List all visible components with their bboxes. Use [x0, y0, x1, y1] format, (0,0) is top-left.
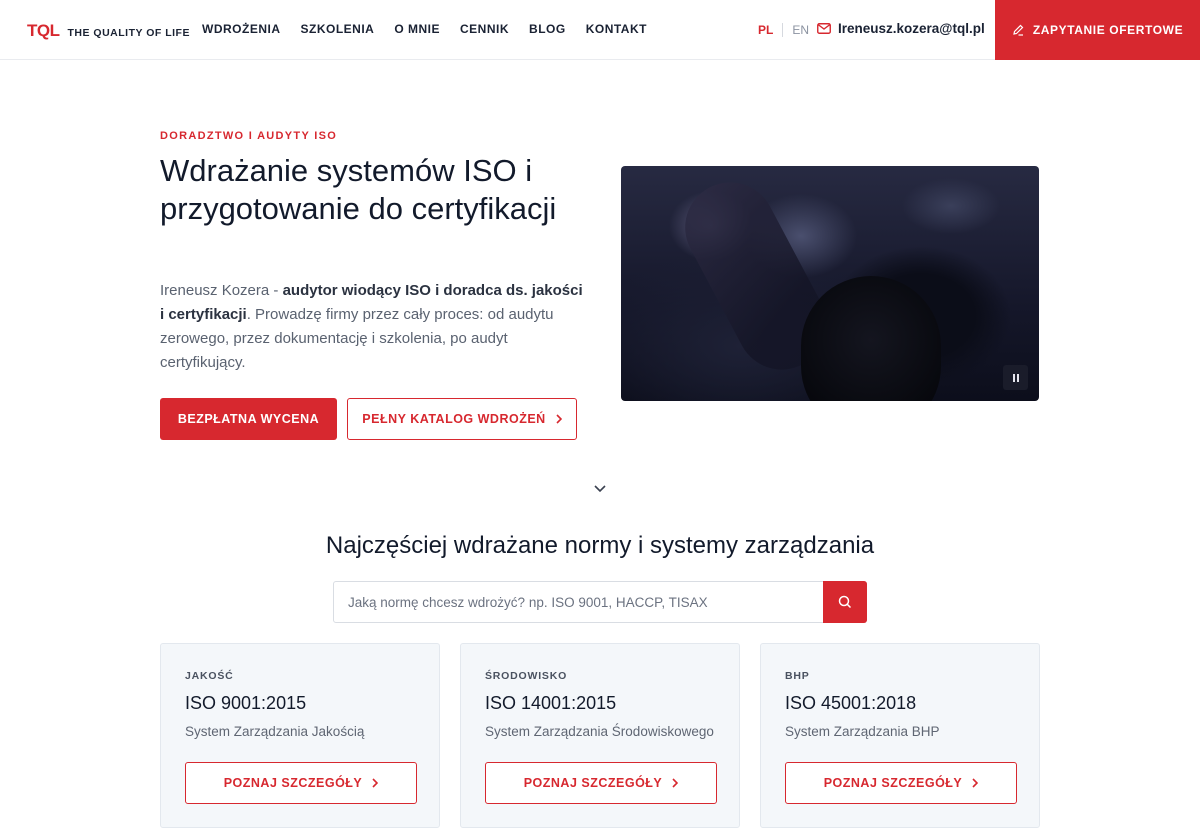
norm-card-iso-14001: ŚRODOWISKO ISO 14001:2015 System Zarządz…: [460, 643, 740, 828]
chevron-right-icon: [672, 778, 679, 788]
nav-item-kontakt[interactable]: KONTAKT: [586, 22, 647, 36]
email-link[interactable]: Ireneusz.kozera@tql.pl: [817, 21, 985, 36]
site-header: TQL THE QUALITY OF LIFE WDROŻENIA SZKOLE…: [0, 0, 1200, 60]
hero-eyebrow: DORADZTWO I AUDYTY ISO: [160, 130, 338, 142]
details-button[interactable]: POZNAJ SZCZEGÓŁY: [185, 762, 417, 804]
pencil-icon: [1013, 24, 1024, 36]
hero-desc-name: Ireneusz Kozera -: [160, 282, 283, 299]
lang-en[interactable]: EN: [792, 23, 809, 37]
chevron-right-icon: [972, 778, 979, 788]
logo[interactable]: TQL THE QUALITY OF LIFE: [27, 21, 190, 41]
lang-divider: [782, 23, 784, 37]
nav-item-o-mnie[interactable]: O MNIE: [394, 22, 440, 36]
hero-title: Wdrażanie systemów ISO i przygotowanie d…: [160, 153, 557, 226]
free-quote-button[interactable]: BEZPŁATNA WYCENA: [160, 398, 337, 440]
chevron-down-icon[interactable]: [592, 482, 608, 496]
card-category: JAKOŚĆ: [185, 670, 234, 682]
card-category: BHP: [785, 670, 810, 682]
details-button-label: POZNAJ SZCZEGÓŁY: [823, 776, 963, 790]
chevron-right-icon: [372, 778, 379, 788]
chevron-right-icon: [556, 414, 562, 424]
norm-card-iso-9001: JAKOŚĆ ISO 9001:2015 System Zarządzania …: [160, 643, 440, 828]
details-button[interactable]: POZNAJ SZCZEGÓŁY: [785, 762, 1017, 804]
hero-description: Ireneusz Kozera - audytor wiodący ISO i …: [160, 279, 590, 375]
card-subtitle: System Zarządzania BHP: [785, 724, 940, 739]
email-text: Ireneusz.kozera@tql.pl: [838, 21, 985, 36]
search-input[interactable]: [334, 582, 824, 622]
mail-icon: [817, 23, 831, 34]
catalog-button-label: PEŁNY KATALOG WDROŻEŃ: [362, 412, 546, 426]
nav-item-szkolenia[interactable]: SZKOLENIA: [301, 22, 375, 36]
hero-video[interactable]: [621, 166, 1039, 401]
logo-tagline: THE QUALITY OF LIFE: [67, 26, 190, 39]
language-switcher: PL EN: [758, 23, 809, 37]
norm-search: [333, 581, 867, 623]
norm-card-iso-45001: BHP ISO 45001:2018 System Zarządzania BH…: [760, 643, 1040, 828]
logo-mark: TQL: [27, 21, 60, 40]
card-norm: ISO 9001:2015: [185, 693, 307, 713]
catalog-button[interactable]: PEŁNY KATALOG WDROŻEŃ: [347, 398, 577, 440]
pause-icon[interactable]: [1003, 365, 1028, 390]
card-subtitle: System Zarządzania Środowiskowego: [485, 724, 714, 739]
lang-pl[interactable]: PL: [758, 23, 773, 37]
main-nav: WDROŻENIA SZKOLENIA O MNIE CENNIK BLOG K…: [202, 22, 647, 36]
details-button-label: POZNAJ SZCZEGÓŁY: [223, 776, 363, 790]
card-norm: ISO 45001:2018: [785, 693, 917, 713]
quote-request-button[interactable]: ZAPYTANIE OFERTOWE: [995, 0, 1200, 60]
card-norm: ISO 14001:2015: [485, 693, 617, 713]
search-icon: [838, 595, 852, 609]
card-subtitle: System Zarządzania Jakością: [185, 724, 365, 739]
quote-request-label: ZAPYTANIE OFERTOWE: [1032, 23, 1184, 37]
details-button-label: POZNAJ SZCZEGÓŁY: [523, 776, 663, 790]
card-category: ŚRODOWISKO: [485, 670, 568, 682]
search-button[interactable]: [823, 581, 867, 623]
video-frame-head: [801, 276, 941, 401]
section-title: Najczęściej wdrażane normy i systemy zar…: [325, 532, 875, 559]
nav-item-blog[interactable]: BLOG: [529, 22, 566, 36]
nav-item-cennik[interactable]: CENNIK: [460, 22, 509, 36]
details-button[interactable]: POZNAJ SZCZEGÓŁY: [485, 762, 717, 804]
nav-item-wdrozenia[interactable]: WDROŻENIA: [202, 22, 281, 36]
